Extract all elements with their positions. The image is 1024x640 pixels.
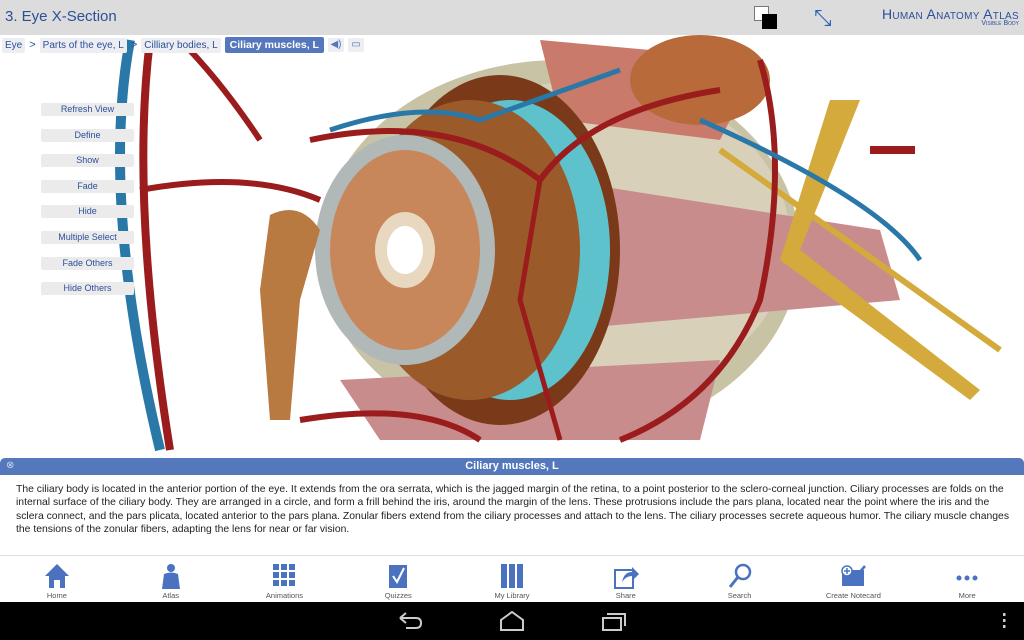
breadcrumb-current[interactable]: Ciliary muscles, L — [224, 37, 324, 53]
breadcrumb: Eye > Parts of the eye, L > Cilliary bod… — [2, 37, 364, 53]
overflow-menu-icon[interactable] — [1000, 610, 1008, 632]
nav-label: Atlas — [162, 591, 180, 600]
nav-create-notecard[interactable]: Create Notecard — [796, 556, 910, 602]
search-icon — [728, 563, 751, 588]
breadcrumb-parts-of-eye[interactable]: Parts of the eye, L — [39, 37, 127, 53]
close-icon[interactable]: ⊗ — [6, 460, 14, 471]
nav-share[interactable]: Share — [569, 556, 683, 602]
nav-quizzes[interactable]: Quizzes — [341, 556, 455, 602]
checkbox-icon — [389, 565, 408, 588]
nav-home[interactable]: Home — [0, 556, 114, 602]
recent-apps-icon[interactable] — [600, 610, 628, 632]
nav-label: Home — [46, 591, 67, 600]
breadcrumb-separator: > — [130, 39, 138, 51]
notecard-icon — [841, 565, 867, 586]
title-bar: 3. Eye X-Section ⤡ Human Anatomy Atlas V… — [0, 0, 1024, 35]
share-icon — [613, 567, 639, 589]
fade-button[interactable]: Fade — [41, 179, 134, 193]
android-system-bar — [0, 602, 1024, 640]
info-panel-title: Ciliary muscles, L — [465, 460, 559, 472]
nav-label: My Library — [494, 591, 530, 600]
multiple-select-button[interactable]: Multiple Select — [41, 230, 134, 244]
bottom-nav: Home Atlas Animations Quizzes My Library… — [0, 555, 1024, 602]
tool-menu: Refresh View Define Show Fade Hide Multi… — [41, 103, 134, 308]
define-button[interactable]: Define — [41, 128, 134, 142]
audio-speaker-icon[interactable]: ◀) — [327, 38, 344, 52]
nav-label: Quizzes — [384, 591, 412, 600]
show-button[interactable]: Show — [41, 154, 134, 168]
nav-label: Create Notecard — [825, 591, 881, 600]
fullscreen-expand-icon[interactable]: ⤡ — [814, 6, 838, 30]
info-panel-text: The ciliary body is located in the anter… — [16, 484, 1010, 535]
body-icon — [161, 564, 180, 589]
nav-my-library[interactable]: My Library — [455, 556, 569, 602]
3d-model-viewport[interactable] — [0, 35, 1024, 458]
nav-label: Share — [615, 591, 636, 600]
library-icon — [501, 564, 524, 588]
refresh-view-button[interactable]: Refresh View — [41, 103, 134, 116]
background-color-toggle-icon[interactable] — [754, 6, 778, 30]
nav-more[interactable]: More — [910, 556, 1024, 602]
info-panel-header: ⊗ Ciliary muscles, L — [0, 458, 1024, 475]
home-icon — [44, 564, 69, 588]
more-dots-icon — [956, 575, 978, 581]
nav-label: Animations — [265, 591, 303, 600]
back-icon[interactable] — [396, 610, 424, 632]
nav-label: More — [958, 591, 976, 600]
page-title: 3. Eye X-Section — [5, 8, 117, 25]
breadcrumb-separator: > — [29, 39, 36, 51]
hide-others-button[interactable]: Hide Others — [41, 282, 134, 296]
home-button-icon[interactable] — [498, 610, 526, 632]
fade-others-button[interactable]: Fade Others — [41, 256, 134, 270]
nav-label: Search — [727, 591, 752, 600]
book-icon[interactable]: ▭ — [347, 38, 364, 52]
nav-animations[interactable]: Animations — [228, 556, 342, 602]
hide-button[interactable]: Hide — [41, 205, 134, 219]
nav-search[interactable]: Search — [683, 556, 797, 602]
breadcrumb-ciliary-bodies[interactable]: Cilliary bodies, L — [141, 37, 221, 53]
grid-icon — [273, 564, 296, 586]
nav-atlas[interactable]: Atlas — [114, 556, 228, 602]
breadcrumb-eye[interactable]: Eye — [2, 37, 26, 53]
brand-logo: Human Anatomy Atlas Visible Body — [882, 6, 1019, 27]
